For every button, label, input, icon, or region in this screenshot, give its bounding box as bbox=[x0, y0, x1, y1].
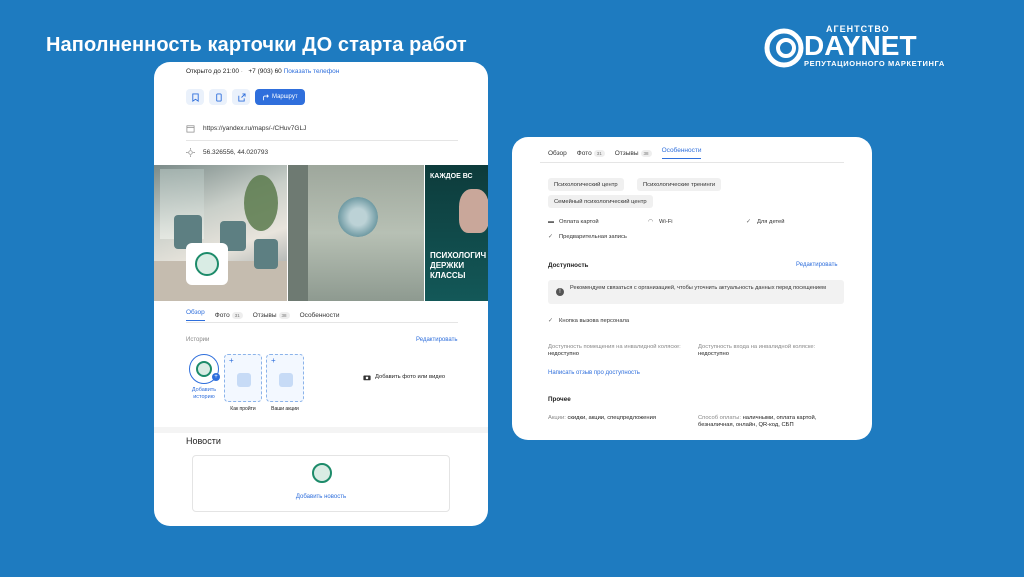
phone-icon bbox=[215, 92, 222, 102]
bookmark-button[interactable] bbox=[186, 89, 204, 105]
feature-booking: ✓ Предварительная запись bbox=[548, 234, 627, 240]
logo-mark-icon bbox=[764, 28, 804, 68]
business-card-features: Обзор Фото 31 Отзывы 38 Особенности Психол… bbox=[512, 137, 872, 440]
accessibility-review-link[interactable]: Написать отзыв про доступность bbox=[548, 370, 640, 376]
card-tabs: Обзор Фото 31 Отзывы 38 Особенности bbox=[186, 309, 339, 321]
accessibility-notice: ! Рекомендуем связаться с организацией, … bbox=[548, 280, 844, 304]
tab-photos[interactable]: Фото 31 bbox=[215, 311, 243, 319]
tab-overview[interactable]: Обзор bbox=[186, 309, 205, 321]
photo-caption: психолог bbox=[310, 393, 331, 399]
logo-tagline: РЕПУТАЦИОННОГО МАРКЕТИНГА bbox=[804, 59, 945, 68]
tabs-divider bbox=[540, 162, 844, 163]
calendar-icon bbox=[186, 125, 195, 133]
poster-top-text: КАЖДОЕ ВС bbox=[430, 173, 473, 180]
feature-card-payment: ▬ Оплата картой bbox=[548, 219, 599, 225]
story-promos-label: Ваши акции bbox=[271, 406, 299, 412]
tab-reviews[interactable]: Отзывы 38 bbox=[615, 149, 652, 157]
share-button[interactable] bbox=[232, 89, 250, 105]
story-directions-label: Как пройти bbox=[230, 406, 256, 412]
check-icon: ✓ bbox=[746, 219, 752, 225]
plus-icon: + bbox=[229, 356, 234, 365]
story-directions[interactable]: + bbox=[224, 354, 262, 402]
show-phone-link[interactable]: Показать телефон bbox=[284, 68, 340, 75]
send-to-phone-button[interactable] bbox=[209, 89, 227, 105]
section-divider bbox=[154, 427, 488, 433]
photo-gallery[interactable]: КАЖДОЕ ВС ПСИХОЛОГИЧ ДЕРЖКИ КЛАССЫ Добав… bbox=[154, 165, 488, 399]
divider bbox=[186, 140, 458, 141]
photo-poster[interactable]: КАЖДОЕ ВС ПСИХОЛОГИЧ ДЕРЖКИ КЛАССЫ bbox=[425, 165, 488, 301]
add-story-button[interactable]: + Добавить историю bbox=[186, 354, 222, 401]
add-photo-label: Добавить фото или видео bbox=[375, 374, 446, 380]
photo-interior[interactable] bbox=[154, 165, 287, 301]
coords-row[interactable]: 56.326556, 44.020793 bbox=[186, 148, 268, 157]
add-photo-button[interactable]: Добавить фото или видео bbox=[357, 370, 452, 384]
edit-stories-link[interactable]: Редактировать bbox=[416, 337, 457, 343]
route-button[interactable]: Маршрут bbox=[255, 89, 305, 105]
add-news-button[interactable]: Добавить новость bbox=[192, 455, 450, 512]
other-title: Прочее bbox=[548, 396, 571, 403]
wifi-icon: ◠ bbox=[648, 219, 654, 225]
hours-text: Открыто до 21:00 bbox=[186, 68, 239, 75]
door-icon bbox=[237, 373, 251, 387]
feature-wifi: ◠ Wi-Fi bbox=[648, 219, 673, 225]
business-card-overview: Открыто до 21:00 · +7 (903) 60 Показать … bbox=[154, 62, 488, 526]
poster-mid-text: ПСИХОЛОГИЧ ДЕРЖКИ КЛАССЫ bbox=[430, 251, 487, 280]
tab-features[interactable]: Особенности bbox=[300, 312, 340, 319]
info-icon: ! bbox=[556, 288, 564, 296]
tab-reviews[interactable]: Отзывы 38 bbox=[253, 311, 290, 319]
website-row[interactable]: https://yandex.ru/maps/-/CHuv7GLJ bbox=[186, 124, 306, 133]
tab-features[interactable]: Особенности bbox=[661, 147, 702, 159]
edit-accessibility-link[interactable]: Редактировать bbox=[796, 262, 837, 268]
check-icon: ✓ bbox=[548, 318, 554, 324]
route-label: Маршрут bbox=[272, 94, 298, 100]
route-icon bbox=[262, 93, 269, 100]
photo-clock[interactable] bbox=[288, 165, 424, 301]
payment-info: Способ оплаты: наличными, оплата картой,… bbox=[698, 415, 817, 428]
card-tabs: Обзор Фото 31 Отзывы 38 Особенности bbox=[548, 147, 702, 159]
story-promos[interactable]: + bbox=[266, 354, 304, 402]
tabs-divider bbox=[186, 322, 458, 323]
logo-brand: DAYNET bbox=[804, 30, 917, 61]
check-icon: ✓ bbox=[548, 234, 554, 240]
website-url[interactable]: https://yandex.ru/maps/-/CHuv7GLJ bbox=[203, 125, 306, 132]
tab-photos[interactable]: Фото 31 bbox=[577, 149, 605, 157]
add-story-label: Добавить историю bbox=[191, 387, 217, 400]
accessibility-title: Доступность bbox=[548, 262, 589, 269]
news-title: Новости bbox=[186, 436, 221, 446]
room-access: Доступность помещения на инвалидной коля… bbox=[548, 344, 681, 357]
camera-icon bbox=[363, 375, 371, 380]
coords-text: 56.326556, 44.020793 bbox=[203, 149, 269, 156]
bookmark-icon bbox=[191, 92, 199, 102]
category-chip[interactable]: Психологический центр bbox=[548, 178, 624, 191]
gift-icon bbox=[279, 373, 293, 387]
feature-kids: ✓ Для детей bbox=[746, 219, 785, 225]
phone-text: +7 (903) 60 bbox=[248, 68, 282, 75]
notice-text: Рекомендуем связаться с организацией, чт… bbox=[570, 285, 826, 291]
promos-info: Акции: скидки, акции, спецпредложения bbox=[548, 415, 656, 421]
plus-icon: + bbox=[271, 356, 276, 365]
entry-access: Доступность входа на инвалидной коляске:… bbox=[698, 344, 816, 357]
feature-staff-button: ✓ Кнопка вызова персонала bbox=[548, 318, 630, 324]
hours-row: Открыто до 21:00 · +7 (903) 60 Показать … bbox=[186, 68, 340, 75]
add-news-label: Добавить новость bbox=[295, 494, 347, 500]
card-icon: ▬ bbox=[548, 219, 554, 225]
plus-icon: + bbox=[212, 373, 220, 381]
company-logo bbox=[186, 243, 228, 285]
daynet-logo: АГЕНТСТВО DAYNET РЕПУТАЦИОННОГО МАРКЕТИН… bbox=[764, 22, 964, 70]
stories-label: Истории bbox=[186, 337, 210, 343]
news-logo-icon bbox=[312, 463, 332, 483]
category-chip[interactable]: Семейный психологический центр bbox=[548, 195, 653, 208]
share-icon bbox=[237, 92, 246, 102]
tab-overview[interactable]: Обзор bbox=[548, 150, 567, 157]
action-buttons: Маршрут bbox=[186, 89, 305, 105]
category-chip[interactable]: Психологические тренинги bbox=[637, 178, 722, 191]
crosshair-icon bbox=[186, 148, 195, 157]
slide-title: Наполненность карточки ДО старта работ bbox=[46, 34, 467, 56]
